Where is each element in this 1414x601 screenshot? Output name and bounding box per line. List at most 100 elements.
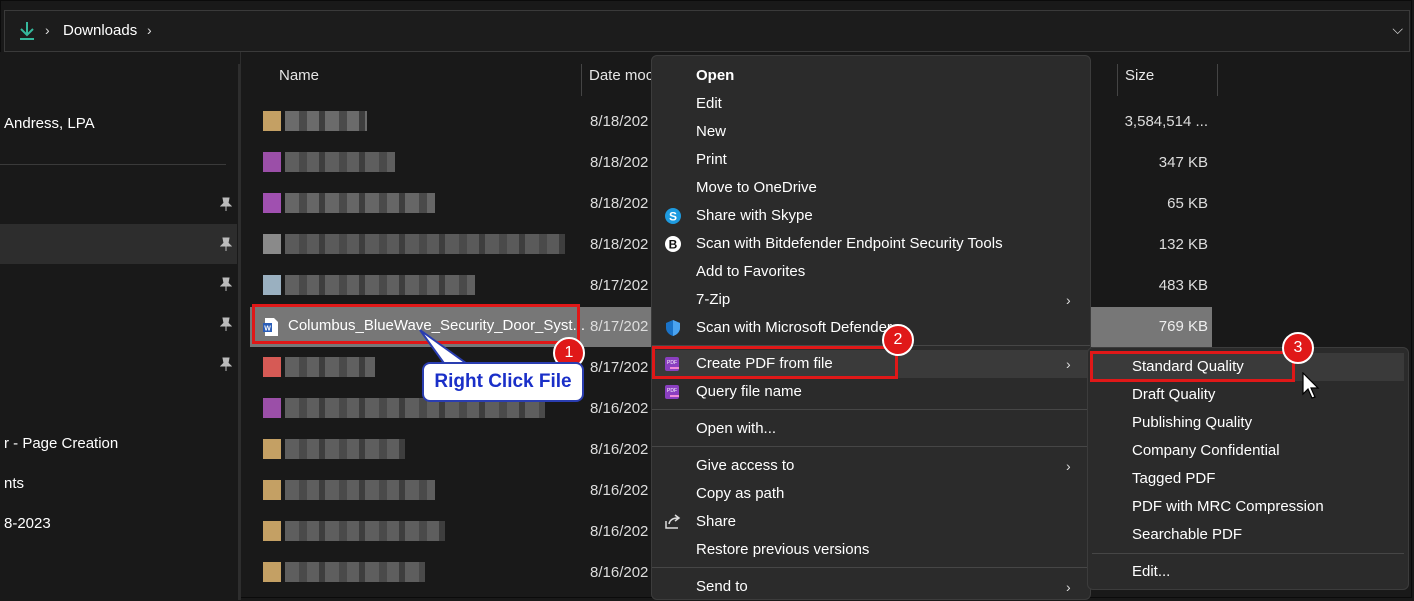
submenu-item-company-confidential[interactable]: Company Confidential (1092, 437, 1404, 465)
submenu-item-publishing-quality[interactable]: Publishing Quality (1092, 409, 1404, 437)
file-size: 3,584,514 ... (1124, 113, 1208, 130)
menu-item-share-skype[interactable]: S Share with Skype (652, 202, 1090, 230)
sidebar-item-label: r - Page Creation (4, 435, 119, 452)
menu-label: Copy as path (696, 485, 785, 502)
submenu-item-mrc-compression[interactable]: PDF with MRC Compression (1092, 493, 1404, 521)
sidebar-item-label: Andress, LPA (4, 115, 95, 132)
menu-item-new[interactable]: New (652, 118, 1090, 146)
menu-item-query-file-name[interactable]: PDF Query file name (652, 378, 1090, 406)
column-header-date[interactable]: Date moc (589, 67, 653, 84)
chevron-right-icon: › (1066, 292, 1071, 308)
address-bar[interactable]: › Downloads › ⌵ (4, 10, 1410, 52)
column-header-name[interactable]: Name (279, 67, 319, 84)
navigation-pane: Andress, LPA r - Page Creation nts 8-202… (0, 52, 241, 600)
column-separator[interactable] (581, 64, 582, 96)
svg-text:B: B (669, 238, 678, 252)
menu-item-open[interactable]: Open (652, 62, 1090, 90)
file-size: 483 KB (1158, 277, 1208, 294)
menu-label: Share (696, 513, 737, 530)
submenu-item-searchable-pdf[interactable]: Searchable PDF (1092, 521, 1404, 549)
menu-label: Publishing Quality (1132, 414, 1253, 431)
pin-icon (220, 237, 232, 251)
menu-label: Query file name (696, 383, 802, 400)
submenu-item-draft-quality[interactable]: Draft Quality (1092, 381, 1404, 409)
sidebar-scrollbar[interactable] (238, 64, 240, 600)
bitdefender-icon: B (665, 236, 681, 252)
sidebar-item-andress[interactable]: Andress, LPA (0, 104, 237, 144)
sidebar-item-pinned[interactable] (0, 184, 237, 224)
chevron-right-icon[interactable]: › (147, 22, 152, 38)
breadcrumb-downloads[interactable]: Downloads (63, 22, 137, 39)
menu-separator (652, 567, 1090, 568)
submenu-item-edit[interactable]: Edit... (1092, 558, 1404, 586)
pin-icon (220, 277, 232, 291)
column-separator[interactable] (1117, 64, 1118, 96)
menu-item-7zip[interactable]: 7-Zip › (652, 286, 1090, 314)
sidebar-item-label: nts (4, 475, 25, 492)
step-badge-2: 2 (882, 324, 914, 356)
menu-item-restore-previous[interactable]: Restore previous versions (652, 536, 1090, 564)
menu-label: Give access to (696, 457, 795, 474)
menu-item-share[interactable]: Share (652, 508, 1090, 536)
menu-item-move-to-onedrive[interactable]: Move to OneDrive (652, 174, 1090, 202)
sidebar-item-date-folder[interactable]: 8-2023 (0, 504, 237, 544)
pin-icon (220, 317, 232, 331)
sidebar-item-page-creation[interactable]: r - Page Creation (0, 424, 237, 464)
chevron-right-icon: › (1066, 356, 1071, 372)
menu-label: Draft Quality (1132, 386, 1216, 403)
svg-text:PDF: PDF (667, 388, 677, 394)
file-date: 8/18/202 (590, 154, 649, 171)
menu-item-edit[interactable]: Edit (652, 90, 1090, 118)
menu-item-print[interactable]: Print (652, 146, 1090, 174)
pin-icon (220, 357, 232, 371)
share-icon (665, 514, 681, 529)
menu-label: Edit (696, 95, 722, 112)
column-header-size[interactable]: Size (1125, 67, 1154, 84)
menu-item-give-access[interactable]: Give access to › (652, 452, 1090, 480)
file-date: 8/16/202 (590, 523, 649, 540)
menu-item-add-favorites[interactable]: Add to Favorites (652, 258, 1090, 286)
create-pdf-submenu: Standard Quality Draft Quality Publishin… (1087, 347, 1409, 590)
menu-separator (652, 446, 1090, 447)
menu-item-scan-bitdefender[interactable]: B Scan with Bitdefender Endpoint Securit… (652, 230, 1090, 258)
menu-separator (652, 409, 1090, 410)
callout-right-click-file: Right Click File (422, 362, 584, 402)
menu-item-copy-as-path[interactable]: Copy as path (652, 480, 1090, 508)
menu-label: Searchable PDF (1132, 526, 1243, 543)
menu-label: PDF with MRC Compression (1132, 498, 1324, 515)
chevron-down-icon[interactable]: ⌵ (1392, 21, 1403, 38)
sidebar-item-pinned[interactable] (0, 264, 237, 304)
sidebar-item-pinned[interactable] (0, 304, 237, 344)
file-date: 8/17/202 (590, 359, 649, 376)
menu-label: Send to (696, 578, 748, 595)
menu-label: Edit... (1132, 563, 1171, 580)
sidebar-item-documents[interactable]: nts (0, 464, 237, 504)
column-separator[interactable] (1217, 64, 1218, 96)
file-date: 8/17/202 (590, 277, 649, 294)
context-menu: Open Edit New Print Move to OneDrive S S… (651, 55, 1091, 600)
highlight-box-create-pdf (652, 346, 898, 379)
file-date: 8/16/202 (590, 564, 649, 581)
file-size: 769 KB (1158, 318, 1208, 335)
chevron-right-icon: › (1066, 579, 1071, 595)
menu-label: 7-Zip (696, 291, 731, 308)
highlight-box-file (252, 304, 580, 344)
menu-label: Open (696, 67, 735, 84)
menu-item-send-to[interactable]: Send to › (652, 573, 1090, 601)
chevron-right-icon[interactable]: › (45, 22, 50, 38)
file-date: 8/16/202 (590, 482, 649, 499)
defender-shield-icon (666, 320, 680, 336)
sidebar-item-pinned-selected[interactable] (0, 224, 237, 264)
menu-item-scan-defender[interactable]: Scan with Microsoft Defender... (652, 314, 1090, 342)
file-size: 347 KB (1158, 154, 1208, 171)
file-date: 8/16/202 (590, 441, 649, 458)
chevron-right-icon: › (1066, 458, 1071, 474)
sidebar-item-label: 8-2023 (4, 515, 51, 532)
file-size: 132 KB (1158, 236, 1208, 253)
menu-item-open-with[interactable]: Open with... (652, 415, 1090, 443)
submenu-item-tagged-pdf[interactable]: Tagged PDF (1092, 465, 1404, 493)
menu-label: Open with... (696, 420, 777, 437)
file-size: 65 KB (1167, 195, 1208, 212)
menu-label: Move to OneDrive (696, 179, 817, 196)
sidebar-item-pinned[interactable] (0, 344, 237, 384)
